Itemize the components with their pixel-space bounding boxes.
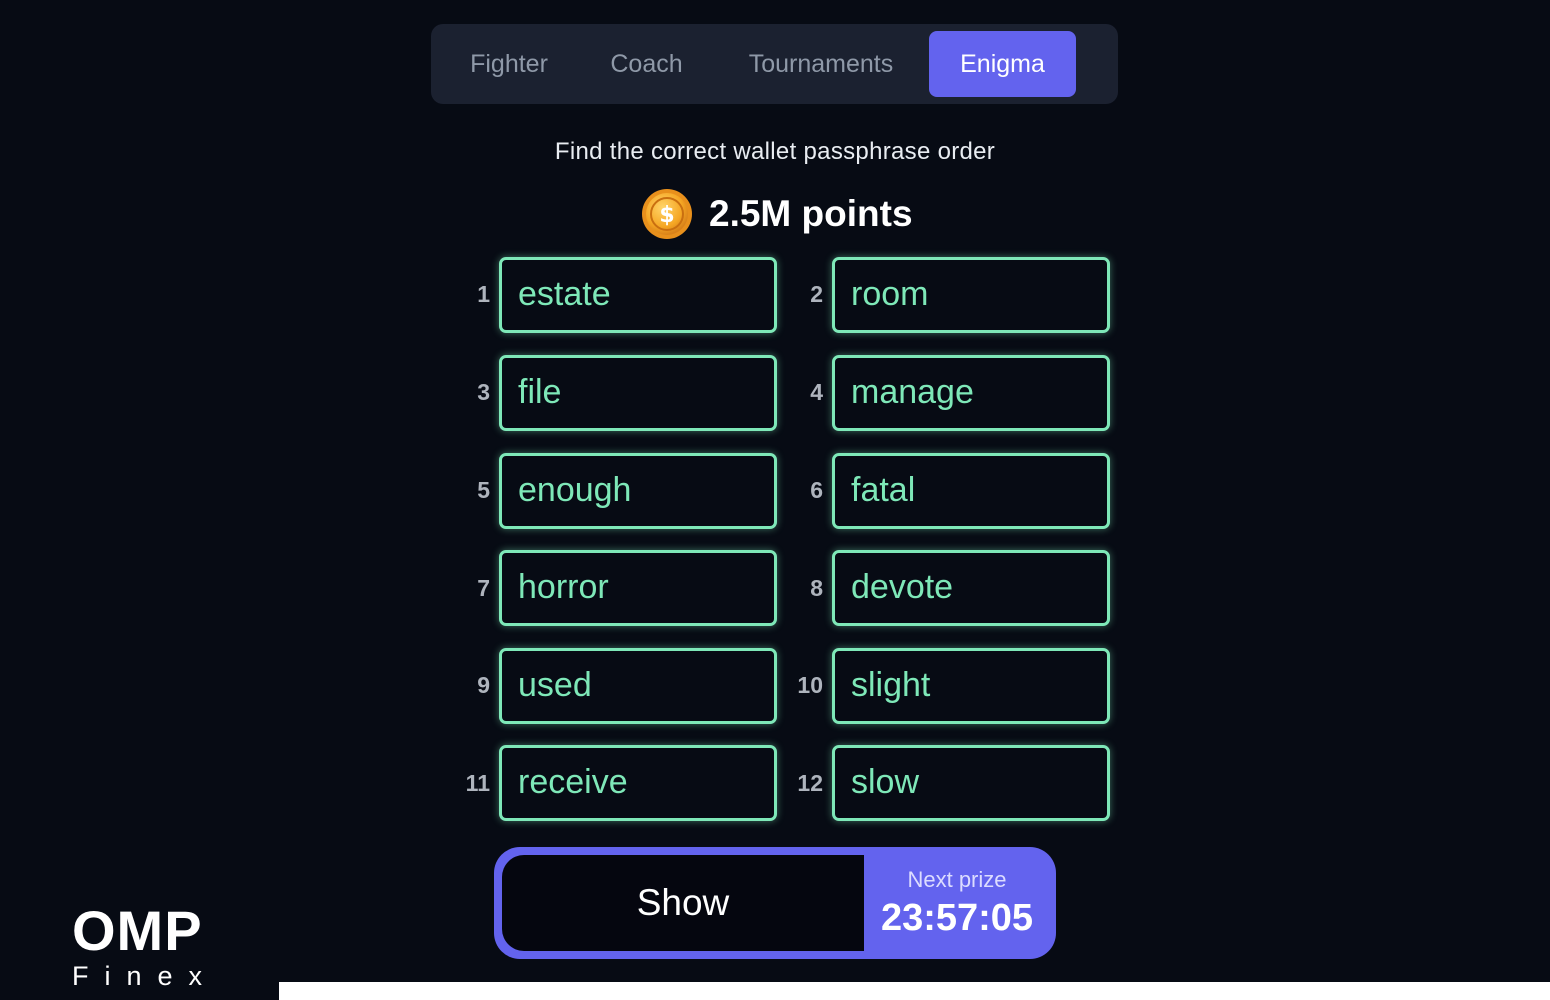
word-number: 8 [810,575,823,601]
word-text: manage [851,373,974,411]
word-number: 7 [477,575,490,601]
logo-main: OMP [72,899,203,962]
action-bar: Show Next prize 23:57:05 [494,847,1056,959]
word-number: 4 [810,379,823,405]
countdown-timer: 23:57:05 [880,897,1034,939]
next-prize-label: Next prize [907,867,1007,892]
word-slot[interactable]: estate [499,257,777,333]
page-subtitle: Find the correct wallet passphrase order [554,138,996,165]
logo-sub: Finex [72,961,219,991]
tab-fighter[interactable]: Fighter [459,31,559,97]
word-text: slow [851,763,920,801]
word-text: slight [851,666,931,704]
word-text: estate [518,275,611,313]
word-number: 9 [477,672,490,698]
word-slot[interactable]: slow [832,745,1110,821]
word-slot[interactable]: fatal [832,453,1110,529]
tab-bar: Fighter Coach Tournaments Enigma [431,24,1118,104]
points-display: $ 2.5M points [641,186,913,242]
word-number: 1 [477,281,490,307]
word-text: used [518,666,592,704]
show-button[interactable]: Show [502,855,864,951]
points-value: 2.5M points [709,193,913,234]
word-slot[interactable]: file [499,355,777,431]
word-slot[interactable]: manage [832,355,1110,431]
word-text: fatal [851,471,916,509]
word-text: devote [851,568,954,606]
word-slot[interactable]: horror [499,550,777,626]
word-number: 5 [477,477,490,503]
word-number: 6 [810,477,823,503]
tab-tournaments[interactable]: Tournaments [736,31,906,97]
word-text: room [851,275,929,313]
svg-text:$: $ [659,203,674,228]
word-slot[interactable]: enough [499,453,777,529]
word-slot[interactable]: slight [832,648,1110,724]
word-number: 2 [810,281,823,307]
word-number: 10 [797,672,823,698]
word-text: receive [518,763,628,801]
word-slot[interactable]: room [832,257,1110,333]
word-slot[interactable]: receive [499,745,777,821]
enigma-page: Fighter Coach Tournaments Enigma Find th… [0,0,1550,1000]
word-number: 3 [477,379,490,405]
word-text: horror [518,568,609,606]
word-number: 12 [797,770,823,796]
bottom-strip [279,982,1550,1000]
word-text: enough [518,471,632,509]
coin-dollar-icon: $ [642,189,692,239]
word-slot[interactable]: devote [832,550,1110,626]
logo: OMP Finex [72,899,222,992]
tab-coach[interactable]: Coach [599,31,694,97]
word-number: 11 [465,770,490,796]
word-slot[interactable]: used [499,648,777,724]
word-text: file [518,373,562,411]
tab-enigma[interactable]: Enigma [929,31,1076,97]
